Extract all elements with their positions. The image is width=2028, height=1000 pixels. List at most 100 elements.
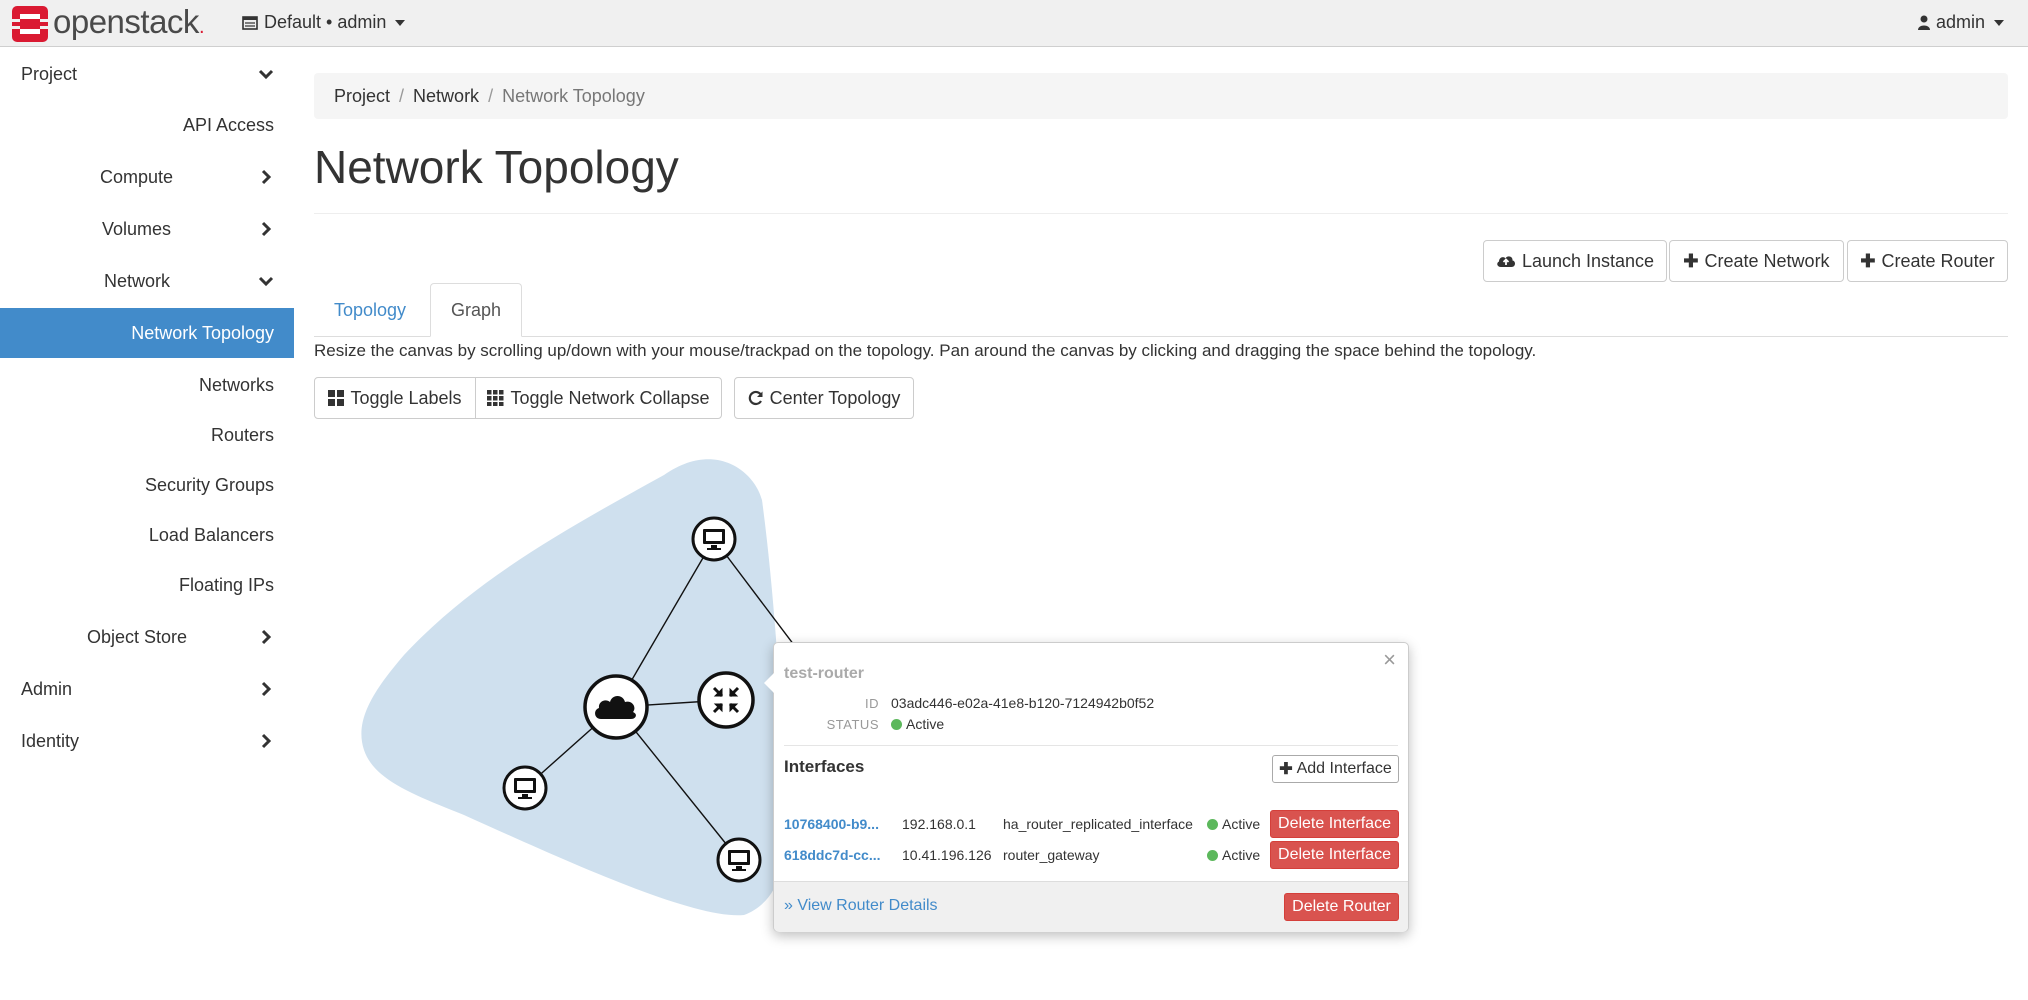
sidebar-item-load-balancers[interactable]: Load Balancers [0, 510, 294, 560]
instance-node[interactable] [716, 837, 762, 883]
network-node[interactable] [583, 674, 649, 740]
project-picker-label: Default • admin [264, 12, 387, 32]
router-popover: × test-router ID 03adc446-e02a-41e8-b120… [764, 642, 1409, 932]
interfaces-heading: Interfaces [784, 757, 865, 776]
router-id-label: ID [865, 696, 879, 711]
chevron-down-icon [258, 69, 274, 80]
tab-graph[interactable]: Graph [430, 283, 522, 337]
instance-node[interactable] [502, 765, 548, 811]
sidebar-item-identity[interactable]: Identity [0, 716, 294, 766]
sidebar-item-object-store[interactable]: Object Store [0, 612, 294, 662]
th-icon [487, 390, 504, 406]
sidebar-item-label: Volumes [102, 218, 172, 239]
caret-down-icon [1994, 19, 2004, 26]
sidebar-item-compute[interactable]: Compute [0, 152, 294, 202]
openstack-logo[interactable]: openstack. [12, 2, 205, 42]
interface-name: router_gateway [1003, 847, 1100, 863]
create-network-label: Create Network [1704, 250, 1830, 271]
instance-node[interactable] [691, 516, 737, 562]
tab-topology[interactable]: Topology [314, 283, 426, 337]
sidebar-item-network-topology[interactable]: Network Topology [0, 308, 294, 358]
toggle-labels-label: Toggle Labels [350, 387, 462, 408]
center-topology-label: Center Topology [769, 387, 901, 408]
plus-icon: ✚ [1860, 250, 1876, 271]
sidebar-item-label: Floating IPs [178, 574, 274, 595]
breadcrumb-project-link[interactable]: Project [334, 86, 390, 107]
chevron-right-icon [261, 681, 272, 697]
interface-ip: 10.41.196.126 [902, 847, 992, 863]
interface-status-value: Active [1222, 816, 1261, 832]
refresh-icon [748, 390, 763, 406]
delete-router-button[interactable]: Delete Router [1284, 893, 1399, 921]
interface-id-link[interactable]: 10768400-b9... [784, 816, 879, 832]
interface-status: Active [1207, 816, 1260, 832]
sidebar-item-label: Routers [210, 424, 274, 445]
breadcrumb-separator: / [488, 85, 494, 106]
page-title: Network Topology [314, 141, 679, 193]
cloud-upload-icon [1497, 256, 1515, 267]
add-interface-label: Add Interface [1296, 760, 1392, 777]
sidebar: Project API Access Compute Volumes Netwo… [0, 47, 294, 1000]
sidebar-item-label: Load Balancers [148, 524, 274, 545]
top-navbar: openstack. Default • admin admin [0, 0, 2028, 47]
delete-interface-button[interactable]: Delete Interface [1270, 810, 1399, 838]
interface-id-link[interactable]: 618ddc7d-cc... [784, 847, 881, 863]
launch-instance-button[interactable]: Launch Instance [1483, 240, 1667, 282]
center-topology-button[interactable]: Center Topology [734, 377, 914, 419]
popover-footer: » View Router Details Delete Router [774, 881, 1408, 932]
plus-icon: ✚ [1279, 761, 1293, 778]
router-status-value: Active [906, 716, 945, 732]
tabs-divider [314, 336, 2008, 337]
sidebar-item-label: Compute [100, 166, 174, 187]
chevron-right-icon [261, 629, 272, 645]
close-icon[interactable]: × [1383, 647, 1396, 673]
openstack-logo-icon [12, 6, 48, 42]
router-status: Active [891, 716, 944, 732]
sidebar-item-admin[interactable]: Admin [0, 664, 294, 714]
sidebar-item-networks[interactable]: Networks [0, 360, 294, 410]
user-menu-label: admin [1935, 12, 1985, 32]
chevron-right-icon [261, 169, 272, 185]
add-interface-button[interactable]: ✚ Add Interface [1272, 755, 1399, 783]
delete-interface-button[interactable]: Delete Interface [1270, 841, 1399, 869]
router-node[interactable] [697, 671, 755, 729]
toggle-network-collapse-button[interactable]: Toggle Network Collapse [475, 377, 722, 419]
create-router-label: Create Router [1881, 250, 1995, 271]
router-name: test-router [784, 665, 865, 682]
user-icon [1917, 15, 1930, 30]
breadcrumb-network-link[interactable]: Network [413, 86, 479, 107]
help-text: Resize the canvas by scrolling up/down w… [314, 341, 1537, 360]
sidebar-item-network[interactable]: Network [0, 256, 294, 306]
status-active-icon [1207, 818, 1218, 830]
view-router-details-link[interactable]: » View Router Details [784, 897, 938, 915]
sidebar-item-volumes[interactable]: Volumes [0, 204, 294, 254]
sidebar-item-label: Networks [198, 374, 274, 395]
breadcrumb: Project / Network / Network Topology [314, 73, 2008, 119]
sidebar-item-security-groups[interactable]: Security Groups [0, 460, 294, 510]
sidebar-item-label: Identity [21, 730, 80, 751]
create-router-button[interactable]: ✚ Create Router [1847, 240, 2008, 282]
project-picker-icon [242, 15, 258, 30]
router-status-label: STATUS [826, 717, 879, 732]
brand-name: openstack. [53, 2, 205, 40]
chevron-right-icon [261, 733, 272, 749]
sidebar-item-routers[interactable]: Routers [0, 410, 294, 460]
status-active-icon [1207, 849, 1218, 861]
project-picker-dropdown[interactable]: Default • admin [242, 12, 406, 33]
sidebar-item-label: Project [21, 63, 78, 84]
popover-arrow [764, 673, 774, 693]
sidebar-item-floating-ips[interactable]: Floating IPs [0, 560, 294, 610]
sidebar-item-label: Security Groups [144, 474, 274, 495]
sidebar-item-label: API Access [182, 114, 274, 135]
user-menu-dropdown[interactable]: admin [1917, 12, 2004, 33]
interface-name: ha_router_replicated_interface [1003, 816, 1193, 832]
create-network-button[interactable]: ✚ Create Network [1669, 240, 1844, 282]
sidebar-item-project[interactable]: Project [0, 49, 294, 99]
popover-divider [784, 745, 1398, 746]
sidebar-item-api-access[interactable]: API Access [0, 100, 294, 150]
title-divider [314, 213, 2008, 214]
sidebar-item-label: Network [104, 270, 171, 291]
toggle-labels-button[interactable]: Toggle Labels [314, 377, 476, 419]
grid-icon [328, 390, 345, 406]
chevron-right-icon [261, 221, 272, 237]
